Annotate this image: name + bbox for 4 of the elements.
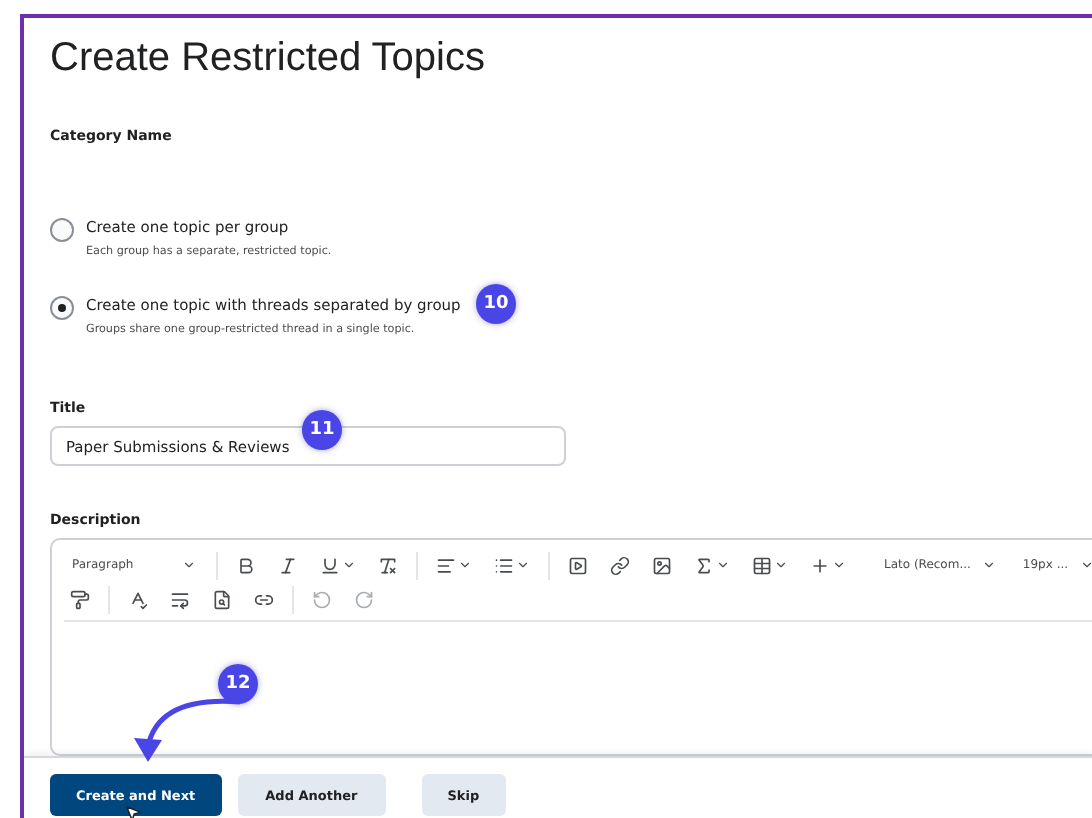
step-badge: 11 (302, 410, 342, 450)
step-badge: 10 (476, 284, 516, 324)
page-title: Create Restricted Topics (50, 34, 487, 84)
step-badge: 12 (218, 664, 258, 704)
